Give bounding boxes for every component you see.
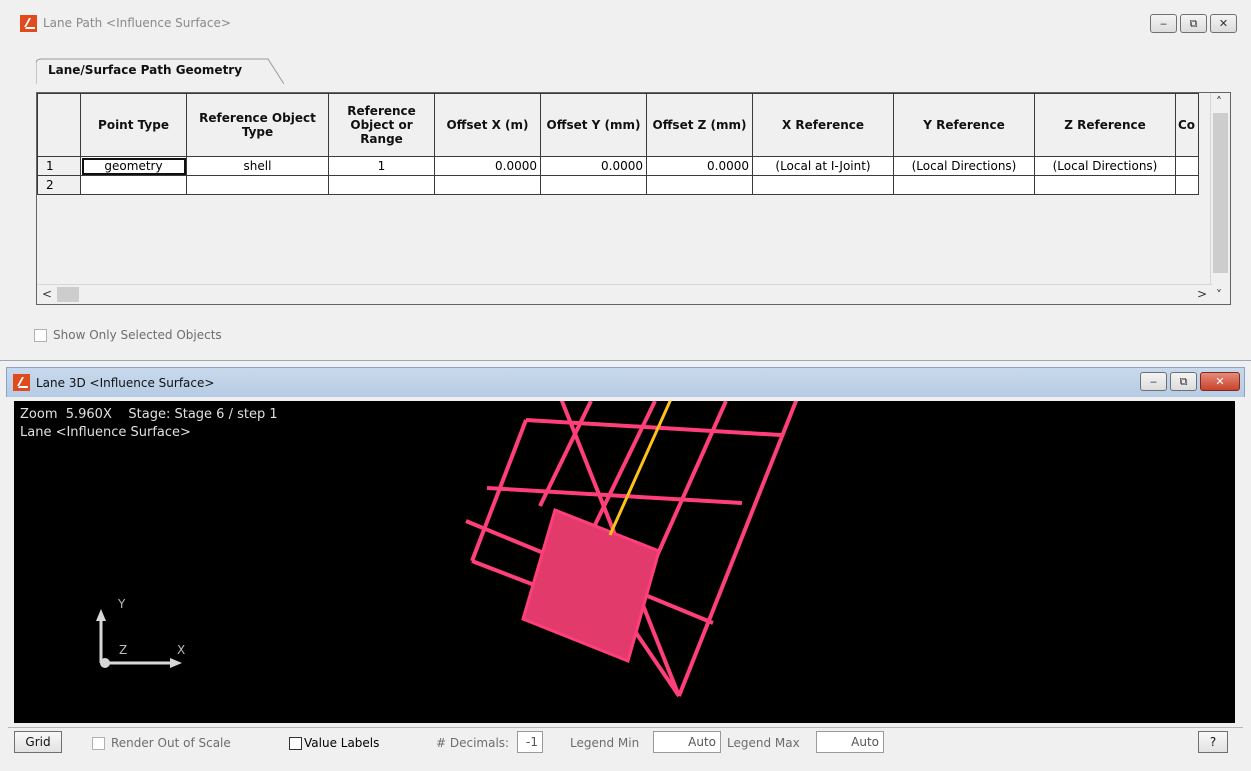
col-reference-object-or-range[interactable]: Reference Object or Range (328, 93, 435, 157)
cell-y-reference[interactable] (893, 175, 1035, 195)
col-offset-y[interactable]: Offset Y (mm) (540, 93, 647, 157)
cell-ref-type[interactable] (186, 175, 329, 195)
cell-x-reference[interactable] (752, 175, 894, 195)
decimals-label: # Decimals: (436, 736, 510, 750)
legend-max-label: Legend Max (727, 736, 800, 750)
cell-y-reference[interactable]: (Local Directions) (893, 156, 1035, 176)
restore-button[interactable]: ⧉ (1180, 14, 1207, 33)
3d-viewport[interactable]: Zoom 5.960X Stage: Stage 6 / step 1 Lane… (14, 401, 1235, 723)
view-options-bar: Grid Render Out of Scale Value Labels # … (8, 727, 1243, 756)
window-title: Lane 3D <Influence Surface> (36, 375, 215, 390)
app-logo-icon (13, 374, 30, 391)
minimize-button[interactable]: ‒ (1140, 372, 1167, 391)
cell-z-reference[interactable]: (Local Directions) (1034, 156, 1176, 176)
scroll-left-icon[interactable]: < (42, 287, 52, 301)
close-button[interactable]: ✕ (1210, 14, 1237, 33)
cell-ref-object[interactable]: 1 (328, 156, 435, 176)
cell-point-type[interactable]: geometry (80, 156, 187, 176)
col-y-reference[interactable]: Y Reference (893, 93, 1035, 157)
cell-offset-z[interactable] (646, 175, 753, 195)
legend-min-input[interactable]: Auto (653, 731, 721, 753)
row-number[interactable]: 1 (37, 156, 81, 176)
row-number[interactable]: 2 (37, 175, 81, 195)
vertical-scrollbar[interactable]: ˄ ˅ (1210, 93, 1230, 304)
axis-x-label: X (177, 643, 186, 657)
value-labels-checkbox[interactable]: Value Labels (289, 736, 379, 750)
cell-offset-y[interactable] (540, 175, 647, 195)
scroll-right-icon[interactable]: > (1197, 287, 1207, 301)
table-row[interactable]: 1 geometry shell 1 0.0000 0.0000 0.0000 … (37, 156, 1199, 176)
restore-button[interactable]: ⧉ (1170, 372, 1197, 391)
cell-ref-object[interactable] (328, 175, 435, 195)
lane-3d-titlebar[interactable]: Lane 3D <Influence Surface> ‒ ⧉ ✕ (6, 367, 1245, 397)
grid-button[interactable]: Grid (14, 731, 62, 753)
checkbox-box[interactable] (34, 328, 47, 342)
col-point-type[interactable]: Point Type (80, 93, 187, 157)
vertical-scroll-thumb[interactable] (1213, 113, 1228, 273)
scroll-down-icon[interactable]: ˅ (1216, 288, 1222, 302)
lane-path-window: Lane Path <Influence Surface> ‒ ⧉ ✕ Lane… (0, 0, 1251, 361)
cell-ref-type[interactable]: shell (186, 156, 329, 176)
cell-offset-y[interactable]: 0.0000 (540, 156, 647, 176)
show-only-selected-checkbox[interactable]: Show Only Selected Objects (34, 328, 222, 342)
col-x-reference[interactable]: X Reference (752, 93, 894, 157)
render-out-of-scale-label: Render Out of Scale (111, 736, 231, 750)
legend-max-input[interactable]: Auto (816, 731, 884, 753)
cell-z-reference[interactable] (1034, 175, 1176, 195)
col-z-reference[interactable]: Z Reference (1034, 93, 1176, 157)
lane-path-titlebar[interactable]: Lane Path <Influence Surface> ‒ ⧉ ✕ (8, 8, 1243, 38)
cell-offset-x[interactable]: 0.0000 (434, 156, 541, 176)
lane-path-line[interactable] (608, 401, 672, 536)
horizontal-scroll-thumb[interactable] (57, 287, 79, 302)
checkbox-box[interactable] (92, 736, 105, 750)
legend-min-label: Legend Min (570, 736, 640, 750)
cell-truncated[interactable] (1175, 175, 1199, 195)
row-header-corner (37, 93, 81, 157)
horizontal-scrollbar[interactable]: < > (37, 284, 1212, 304)
cell-offset-x[interactable] (434, 175, 541, 195)
tab-lane-surface-path-geometry[interactable]: Lane/Surface Path Geometry (36, 57, 284, 84)
col-truncated[interactable]: Co (1175, 93, 1199, 157)
table-row[interactable]: 2 (37, 175, 1199, 195)
render-out-of-scale-checkbox[interactable]: Render Out of Scale (92, 736, 231, 750)
col-offset-z[interactable]: Offset Z (mm) (646, 93, 753, 157)
path-geometry-grid[interactable]: Point Type Reference Object Type Referen… (36, 92, 1231, 305)
col-offset-x[interactable]: Offset X (m) (434, 93, 541, 157)
decimals-input[interactable]: -1 (517, 731, 543, 753)
checkbox-box[interactable] (289, 736, 302, 750)
col-reference-object-type[interactable]: Reference Object Type (186, 93, 329, 157)
close-button[interactable]: ✕ (1200, 372, 1240, 391)
axis-triad (96, 609, 182, 668)
cell-truncated[interactable] (1175, 156, 1199, 176)
app-logo-icon (20, 14, 37, 32)
lane-3d-window: Lane 3D <Influence Surface> ‒ ⧉ ✕ Zoom 5… (0, 361, 1251, 771)
window-title: Lane Path <Influence Surface> (43, 16, 231, 30)
cell-offset-z[interactable]: 0.0000 (646, 156, 753, 176)
show-only-selected-label: Show Only Selected Objects (53, 328, 222, 342)
cell-x-reference[interactable]: (Local at I-Joint) (752, 156, 894, 176)
help-button[interactable]: ? (1198, 731, 1228, 753)
minimize-button[interactable]: ‒ (1150, 14, 1177, 33)
tab-label: Lane/Surface Path Geometry (48, 63, 243, 77)
cell-point-type[interactable] (80, 175, 187, 195)
axis-y-label: Y (118, 597, 126, 611)
axis-z-label: Z (119, 643, 128, 657)
value-labels-label: Value Labels (304, 736, 380, 750)
scroll-up-icon[interactable]: ˄ (1216, 95, 1222, 109)
